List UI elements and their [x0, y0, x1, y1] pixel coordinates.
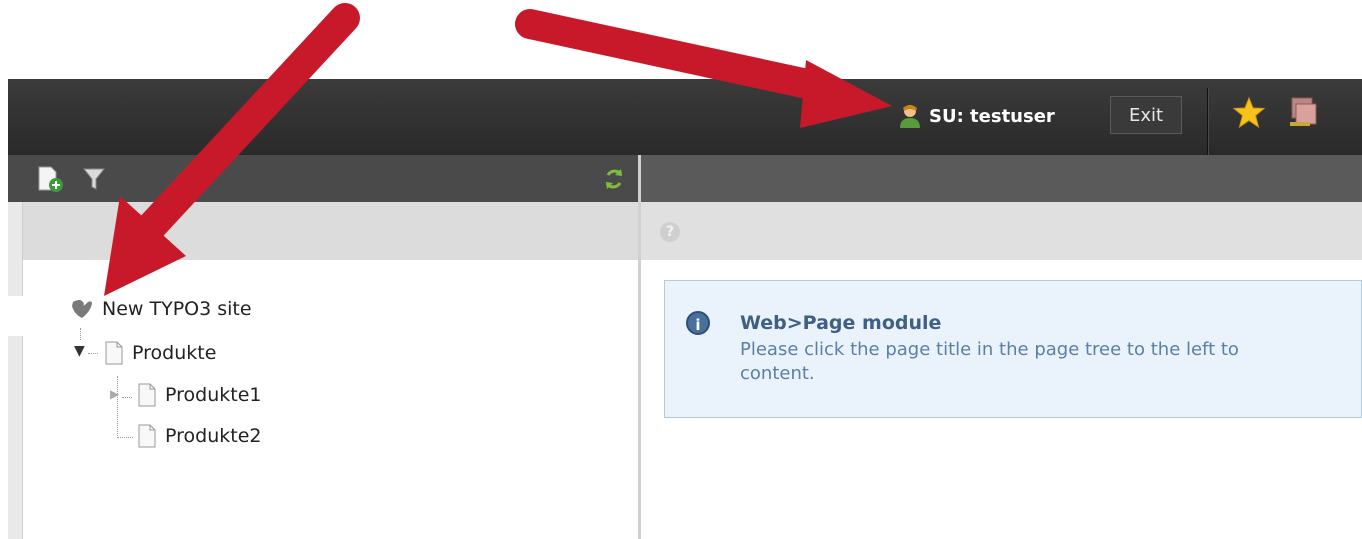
tree-item[interactable]: Produkte2	[137, 424, 261, 448]
info-icon: i	[686, 311, 710, 335]
tree-item-label: Produkte	[132, 342, 217, 364]
tree-connector	[117, 437, 133, 438]
refresh-icon[interactable]	[600, 165, 628, 193]
help-icon[interactable]: ?	[660, 222, 680, 242]
module-docheader-subbar	[641, 202, 1362, 260]
expand-toggle-icon[interactable]: ▼	[74, 343, 85, 359]
switch-user-indicator[interactable]: SU: testuser	[897, 96, 1055, 136]
user-icon	[900, 105, 920, 128]
tree-connector	[122, 397, 132, 398]
tree-root-node[interactable]: New TYPO3 site	[70, 298, 252, 320]
page-icon	[138, 424, 156, 448]
tree-connector	[117, 376, 118, 436]
tree-item[interactable]: Produkte1	[137, 383, 261, 407]
typo3-site-icon	[72, 300, 92, 318]
open-documents-icon[interactable]	[1286, 96, 1320, 130]
tree-item-label: Produkte2	[165, 425, 262, 447]
rail-gap	[8, 296, 23, 336]
user-label: SU: testuser	[929, 105, 1055, 127]
exit-button[interactable]: Exit	[1110, 96, 1182, 134]
new-page-icon[interactable]	[36, 165, 64, 193]
tree-root-label: New TYPO3 site	[102, 298, 252, 320]
bookmark-star-icon[interactable]	[1232, 96, 1266, 130]
module-docheader-toolbar	[641, 155, 1362, 202]
info-text: Please click the page title in the page …	[740, 339, 1239, 384]
info-title: Web>Page module	[740, 312, 942, 334]
tree-item-label: Produkte1	[165, 384, 262, 406]
tree-item[interactable]: Produkte	[104, 341, 216, 365]
pagetree-subheader	[8, 202, 640, 260]
tree-connector	[80, 328, 81, 340]
filter-icon[interactable]	[80, 165, 108, 193]
page-icon	[138, 383, 156, 407]
collapse-toggle-icon[interactable]: ▶	[110, 387, 119, 401]
tree-connector	[88, 353, 98, 354]
navigation-rail	[8, 202, 23, 539]
page-icon	[105, 341, 123, 365]
